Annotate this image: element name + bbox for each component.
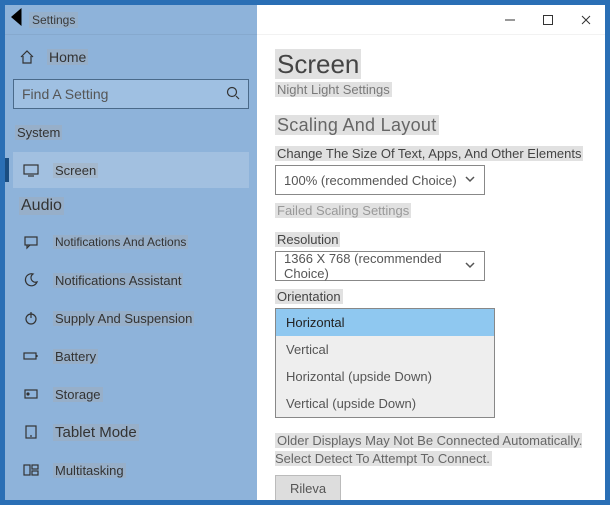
resolution-value: 1366 X 768 (recommended Choice) xyxy=(284,251,464,281)
back-button[interactable] xyxy=(5,5,29,34)
window-frame: Settings Home xyxy=(0,0,610,505)
sidebar-item-label: Multitasking xyxy=(53,463,126,478)
moon-icon xyxy=(23,272,39,288)
sidebar-item-storage[interactable]: Storage xyxy=(13,376,249,412)
orientation-option[interactable]: Vertical (upside Down) xyxy=(276,390,494,417)
sidebar-item-notifications[interactable]: Notifications And Actions xyxy=(13,224,249,260)
scale-select[interactable]: 100% (recommended Choice) xyxy=(275,165,485,195)
orientation-option[interactable]: Horizontal (upside Down) xyxy=(276,363,494,390)
sidebar-item-label: Storage xyxy=(53,387,103,402)
message-icon xyxy=(23,234,39,250)
sidebar-item-assistant[interactable]: Notifications Assistant xyxy=(13,262,249,298)
orientation-option[interactable]: Vertical xyxy=(276,336,494,363)
window-controls xyxy=(491,5,605,35)
sidebar-item-label: Tablet Mode xyxy=(53,424,139,441)
monitor-icon xyxy=(23,162,39,178)
sidebar-item-audio[interactable]: Audio xyxy=(13,190,249,222)
sidebar-item-multitask[interactable]: Multitasking xyxy=(13,452,249,488)
multitask-icon xyxy=(23,462,39,478)
section-heading: Scaling And Layout xyxy=(275,115,587,136)
storage-icon xyxy=(23,386,39,402)
home-label: Home xyxy=(47,49,88,65)
sidebar-item-label: Screen xyxy=(53,163,98,178)
advanced-scaling-link[interactable]: Failed Scaling Settings xyxy=(275,203,587,218)
sidebar: Home System Screen Audio xyxy=(5,35,257,500)
sidebar-item-label: Battery xyxy=(53,349,98,364)
sidebar-item-label: Notifications Assistant xyxy=(53,273,183,288)
scale-label: Change The Size Of Text, Apps, And Other… xyxy=(275,146,587,161)
detect-note: Older Displays May Not Be Connected Auto… xyxy=(275,432,587,467)
chevron-down-icon xyxy=(464,173,476,188)
sidebar-item-power[interactable]: Supply And Suspension xyxy=(13,300,249,336)
scale-value: 100% (recommended Choice) xyxy=(284,173,457,188)
search-input[interactable] xyxy=(13,79,249,109)
sidebar-item-battery[interactable]: Battery xyxy=(13,338,249,374)
chevron-down-icon xyxy=(464,259,476,274)
orientation-dropdown[interactable]: Horizontal Vertical Horizontal (upside D… xyxy=(275,308,495,418)
orientation-option[interactable]: Horizontal xyxy=(276,309,494,336)
home-button[interactable]: Home xyxy=(13,41,249,73)
sidebar-item-tablet[interactable]: Tablet Mode xyxy=(13,414,249,450)
sidebar-item-screen[interactable]: Screen xyxy=(13,152,249,188)
page-title: Screen xyxy=(275,49,587,80)
orientation-label: Orientation xyxy=(275,289,587,304)
subtitle-link[interactable]: Night Light Settings xyxy=(275,82,587,97)
sidebar-item-label: Supply And Suspension xyxy=(53,311,194,326)
detect-button[interactable]: Rileva xyxy=(275,475,341,500)
home-icon xyxy=(19,49,35,65)
resolution-select[interactable]: 1366 X 768 (recommended Choice) xyxy=(275,251,485,281)
maximize-button[interactable] xyxy=(529,5,567,35)
content-pane: Screen Night Light Settings Scaling And … xyxy=(257,35,605,500)
resolution-label: Resolution xyxy=(275,232,587,247)
window-title: Settings xyxy=(29,12,78,28)
minimize-button[interactable] xyxy=(491,5,529,35)
search-box[interactable] xyxy=(13,79,249,109)
power-icon xyxy=(23,310,39,326)
category-label: System xyxy=(13,121,249,150)
titlebar: Settings xyxy=(5,5,605,35)
sidebar-item-label: Audio xyxy=(19,197,64,215)
battery-icon xyxy=(23,348,39,364)
tablet-icon xyxy=(23,424,39,440)
sidebar-item-label: Notifications And Actions xyxy=(53,235,188,249)
search-icon xyxy=(225,85,241,101)
close-button[interactable] xyxy=(567,5,605,35)
